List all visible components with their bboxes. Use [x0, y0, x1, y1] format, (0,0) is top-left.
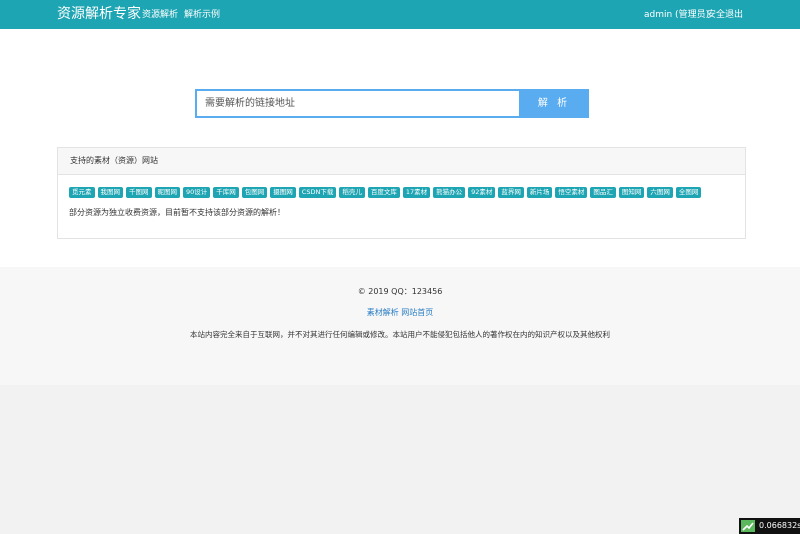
copyright-text: © 2019 QQ：123456: [357, 287, 443, 296]
site-tag[interactable]: 图品汇: [590, 187, 616, 198]
site-tag[interactable]: 千库网: [213, 187, 239, 198]
brand-title[interactable]: 资源解析专家: [57, 5, 141, 23]
nav-link-resource-parse[interactable]: 资源解析: [142, 9, 178, 21]
site-tag[interactable]: 稻壳儿: [339, 187, 365, 198]
site-tag[interactable]: 90设计: [183, 187, 211, 198]
footer-link-material-parse[interactable]: 素材解析: [367, 308, 399, 317]
site-tag[interactable]: 六图网: [647, 187, 673, 198]
site-tag[interactable]: 千图网: [126, 187, 152, 198]
chart-icon: [741, 520, 755, 532]
site-tag[interactable]: 悟空素材: [555, 187, 588, 198]
site-tag[interactable]: 百度文库: [367, 187, 400, 198]
link-input[interactable]: [195, 89, 519, 118]
site-tag[interactable]: 图知网: [618, 187, 645, 198]
site-tag[interactable]: 包图网: [241, 187, 268, 198]
disclaimer-text: 本站内容完全来自于互联网，并不对其进行任何编辑或修改。本站用户不能侵犯包括他人的…: [190, 330, 610, 339]
site-tag[interactable]: 我图网: [97, 187, 123, 198]
site-tag[interactable]: 全图网: [675, 187, 702, 198]
footer-links: 素材解析 网站首页: [0, 307, 800, 319]
site-tag[interactable]: CSDN下载: [298, 187, 337, 198]
timer-value: 0.066832s: [759, 521, 800, 530]
footer-link-home[interactable]: 网站首页: [401, 308, 433, 317]
user-menu[interactable]: admin (管理员): [644, 9, 709, 21]
panel-title: 支持的素材（资源）网站: [58, 148, 745, 175]
site-tag[interactable]: 昵图网: [154, 187, 180, 198]
top-navbar: 资源解析专家 资源解析 解析示例 admin (管理员) 安全退出: [0, 0, 800, 29]
footer: © 2019 QQ：123456 素材解析 网站首页 本站内容完全来自于互联网，…: [0, 267, 800, 385]
parse-button[interactable]: 解 析: [519, 89, 589, 118]
nav-link-parse-examples[interactable]: 解析示例: [184, 9, 220, 21]
page-timer-badge: 0.066832s: [739, 518, 800, 534]
site-tag[interactable]: 蓝界网: [498, 187, 524, 198]
main-content: 解 析 支持的素材（资源）网站 觅元素我图网千图网昵图网90设计千库网包图网摄图…: [0, 29, 800, 267]
site-tag[interactable]: 摄图网: [270, 187, 296, 198]
site-tag[interactable]: 新片场: [526, 187, 553, 198]
site-tag[interactable]: 觅元素: [69, 187, 95, 198]
supported-sites-panel: 支持的素材（资源）网站 觅元素 我图网 千图网 昵图网 90设计 千库网 包图网 摄图网 CSD…: [57, 147, 746, 239]
panel-note: 部分资源为独立收费资源，目前暂不支持该部分资源的解析！: [69, 208, 285, 217]
site-tag[interactable]: 92素材: [468, 187, 496, 198]
site-tag[interactable]: 熊猫办公: [433, 187, 466, 198]
logout-link[interactable]: 安全退出: [707, 9, 743, 21]
search-form: 解 析: [195, 89, 589, 118]
site-tag[interactable]: 17素材: [402, 187, 431, 198]
site-tags: 觅元素 我图网 千图网 昵图网 90设计 千库网 包图网 摄图网 CSDN下载 稻壳儿 百度文库 17…: [69, 187, 704, 198]
